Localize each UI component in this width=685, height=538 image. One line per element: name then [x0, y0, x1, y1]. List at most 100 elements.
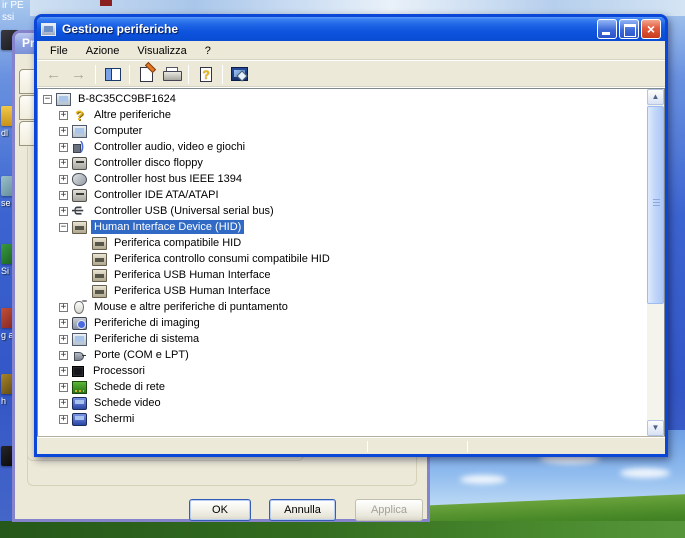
hid-icon	[72, 221, 87, 234]
properties-icon	[140, 67, 153, 82]
tree-row[interactable]: Periferica USB Human Interface	[39, 283, 646, 299]
scroll-down-button[interactable]: ▼	[647, 420, 664, 436]
menu-azione[interactable]: Azione	[77, 43, 129, 59]
imaging-icon	[72, 317, 87, 330]
toolbar-separator	[222, 65, 223, 84]
back-button[interactable]: ←	[42, 63, 65, 86]
hid-icon	[92, 253, 107, 266]
background-window-fragment	[100, 0, 112, 6]
ports-icon	[72, 349, 87, 362]
system-device-icon	[72, 333, 87, 346]
tree-row[interactable]: +Schede video	[39, 395, 646, 411]
device-tree: −B-8C35CC9BF1624 +Altre periferiche +Com…	[39, 91, 646, 435]
monitor-icon	[72, 413, 87, 426]
tree-row[interactable]: Periferica USB Human Interface	[39, 267, 646, 283]
ieee1394-icon	[72, 173, 87, 186]
expand-toggle[interactable]: +	[59, 159, 68, 168]
scan-hardware-changes-button[interactable]	[228, 63, 251, 86]
properties-button[interactable]	[135, 63, 158, 86]
expand-toggle[interactable]: +	[59, 335, 68, 344]
menu-visualizza[interactable]: Visualizza	[128, 43, 195, 59]
show-hide-console-tree-button[interactable]	[101, 63, 124, 86]
processor-icon	[72, 366, 84, 377]
printer-icon	[163, 67, 180, 81]
tree-row[interactable]: +Periferiche di sistema	[39, 331, 646, 347]
audio-icon	[72, 141, 87, 154]
hid-icon	[92, 237, 107, 250]
computer-icon	[72, 125, 87, 138]
expand-toggle[interactable]: +	[59, 111, 68, 120]
print-button[interactable]	[160, 63, 183, 86]
collapse-toggle[interactable]: −	[43, 95, 52, 104]
network-adapter-icon	[72, 381, 87, 394]
hid-icon	[92, 269, 107, 282]
cloud	[460, 475, 506, 484]
tree-row[interactable]: +Controller host bus IEEE 1394	[39, 171, 646, 187]
console-tree-icon	[105, 68, 121, 81]
floppy-controller-icon	[72, 157, 87, 170]
device-manager-icon	[41, 23, 56, 36]
help-button[interactable]	[194, 63, 217, 86]
expand-toggle[interactable]: +	[59, 191, 68, 200]
tree-row[interactable]: +Periferiche di imaging	[39, 315, 646, 331]
minimize-button[interactable]	[597, 19, 617, 39]
collapse-toggle[interactable]: −	[59, 223, 68, 232]
window-title: Gestione periferiche	[62, 22, 178, 36]
help-icon	[200, 67, 212, 82]
tree-row[interactable]: +Controller IDE ATA/ATAPI	[39, 187, 646, 203]
tree-row[interactable]: +Computer	[39, 123, 646, 139]
scrollbar-thumb[interactable]	[647, 106, 664, 304]
hid-icon	[92, 285, 107, 298]
scan-hardware-icon	[231, 67, 248, 81]
device-tree-panel: −B-8C35CC9BF1624 +Altre periferiche +Com…	[37, 88, 665, 437]
expand-toggle[interactable]: +	[59, 175, 68, 184]
vertical-scrollbar[interactable]: ▲ ▼	[647, 89, 664, 436]
cloud	[620, 468, 670, 478]
usb-icon	[72, 205, 87, 218]
expand-toggle[interactable]: +	[59, 351, 68, 360]
desktop-icon-label: ssi	[2, 12, 34, 24]
tree-row[interactable]: +Controller USB (Universal serial bus)	[39, 203, 646, 219]
ide-controller-icon	[72, 189, 87, 202]
status-separator	[467, 441, 468, 452]
maximize-button[interactable]	[619, 19, 639, 39]
forward-arrow-icon: →	[71, 66, 86, 83]
expand-toggle[interactable]: +	[59, 383, 68, 392]
expand-toggle[interactable]: +	[59, 303, 68, 312]
menu-file[interactable]: File	[41, 43, 77, 59]
grass-strip	[0, 521, 685, 538]
ok-button[interactable]: OK	[189, 499, 251, 521]
back-arrow-icon: ←	[46, 66, 61, 83]
tree-row[interactable]: +Mouse e altre periferiche di puntamento	[39, 299, 646, 315]
expand-toggle[interactable]: +	[59, 319, 68, 328]
toolbar-separator	[188, 65, 189, 84]
title-bar[interactable]: Gestione periferiche ×	[37, 17, 665, 41]
expand-toggle[interactable]: +	[59, 415, 68, 424]
scroll-up-button[interactable]: ▲	[647, 89, 664, 105]
tree-row[interactable]: +Schede di rete	[39, 379, 646, 395]
close-button[interactable]: ×	[641, 19, 661, 39]
cancel-button[interactable]: Annulla	[269, 499, 336, 521]
menu-help[interactable]: ?	[196, 43, 220, 59]
expand-toggle[interactable]: +	[59, 367, 68, 376]
tree-row[interactable]: −B-8C35CC9BF1624	[39, 91, 646, 107]
toolbar-separator	[95, 65, 96, 84]
tree-row[interactable]: +Processori	[39, 363, 646, 379]
tree-row[interactable]: +Controller audio, video e giochi	[39, 139, 646, 155]
toolbar: ← →	[37, 61, 665, 88]
expand-toggle[interactable]: +	[59, 207, 68, 216]
toolbar-separator	[129, 65, 130, 84]
expand-toggle[interactable]: +	[59, 143, 68, 152]
tree-row-selected[interactable]: −Human Interface Device (HID)	[39, 219, 646, 235]
tree-row[interactable]: Periferica compatibile HID	[39, 235, 646, 251]
expand-toggle[interactable]: +	[59, 127, 68, 136]
tree-row[interactable]: +Schermi	[39, 411, 646, 427]
tree-row[interactable]: +Porte (COM e LPT)	[39, 347, 646, 363]
tree-row[interactable]: Periferica controllo consumi compatibile…	[39, 251, 646, 267]
forward-button[interactable]: →	[67, 63, 90, 86]
expand-toggle[interactable]: +	[59, 399, 68, 408]
tree-row[interactable]: +Controller disco floppy	[39, 155, 646, 171]
display-adapter-icon	[72, 397, 87, 410]
apply-button: Applica	[355, 499, 423, 521]
tree-row[interactable]: +Altre periferiche	[39, 107, 646, 123]
